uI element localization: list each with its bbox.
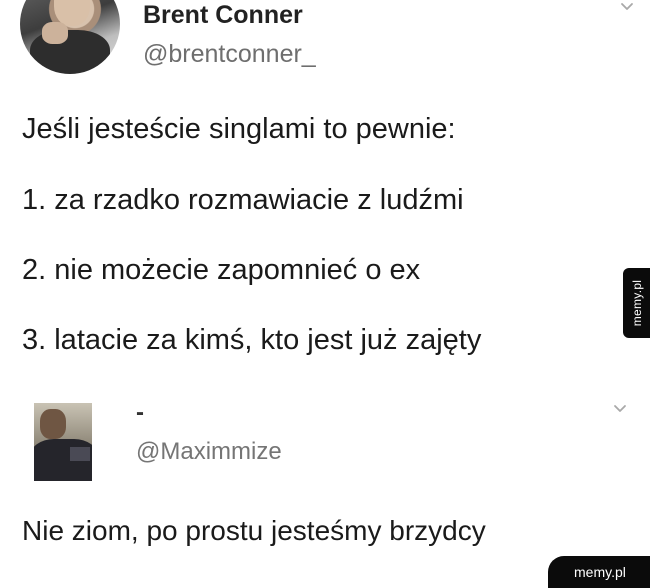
reply-author-display-name[interactable]: - bbox=[136, 400, 144, 426]
author-display-name[interactable]: Brent Conner bbox=[143, 2, 303, 28]
tweet-text-line: Jeśli jesteście singlami to pewnie: bbox=[22, 113, 456, 145]
corner-watermark: memy.pl bbox=[548, 556, 650, 588]
corner-watermark-label: memy.pl bbox=[574, 564, 626, 580]
reply-author-handle[interactable]: @Maximmize bbox=[136, 438, 282, 466]
side-watermark: memy.pl bbox=[623, 268, 650, 338]
tweet-header: Brent Conner @brentconner_ bbox=[0, 0, 650, 90]
tweet-text-line: 1. za rzadko rozmawiacie z ludźmi bbox=[22, 184, 464, 216]
chevron-down-icon[interactable] bbox=[620, 0, 634, 14]
chevron-down-icon[interactable] bbox=[613, 402, 627, 416]
tweet-text-line: 2. nie możecie zapomnieć o ex bbox=[22, 254, 421, 286]
reply-text: Nie ziom, po prostu jesteśmy brzydcy bbox=[22, 515, 486, 546]
side-watermark-label: memy.pl bbox=[629, 279, 644, 327]
reply-avatar[interactable] bbox=[34, 403, 92, 481]
avatar[interactable] bbox=[20, 0, 120, 74]
tweet-text-line: 3. latacie za kimś, kto jest już zajęty bbox=[22, 324, 482, 356]
author-handle[interactable]: @brentconner_ bbox=[143, 40, 316, 68]
